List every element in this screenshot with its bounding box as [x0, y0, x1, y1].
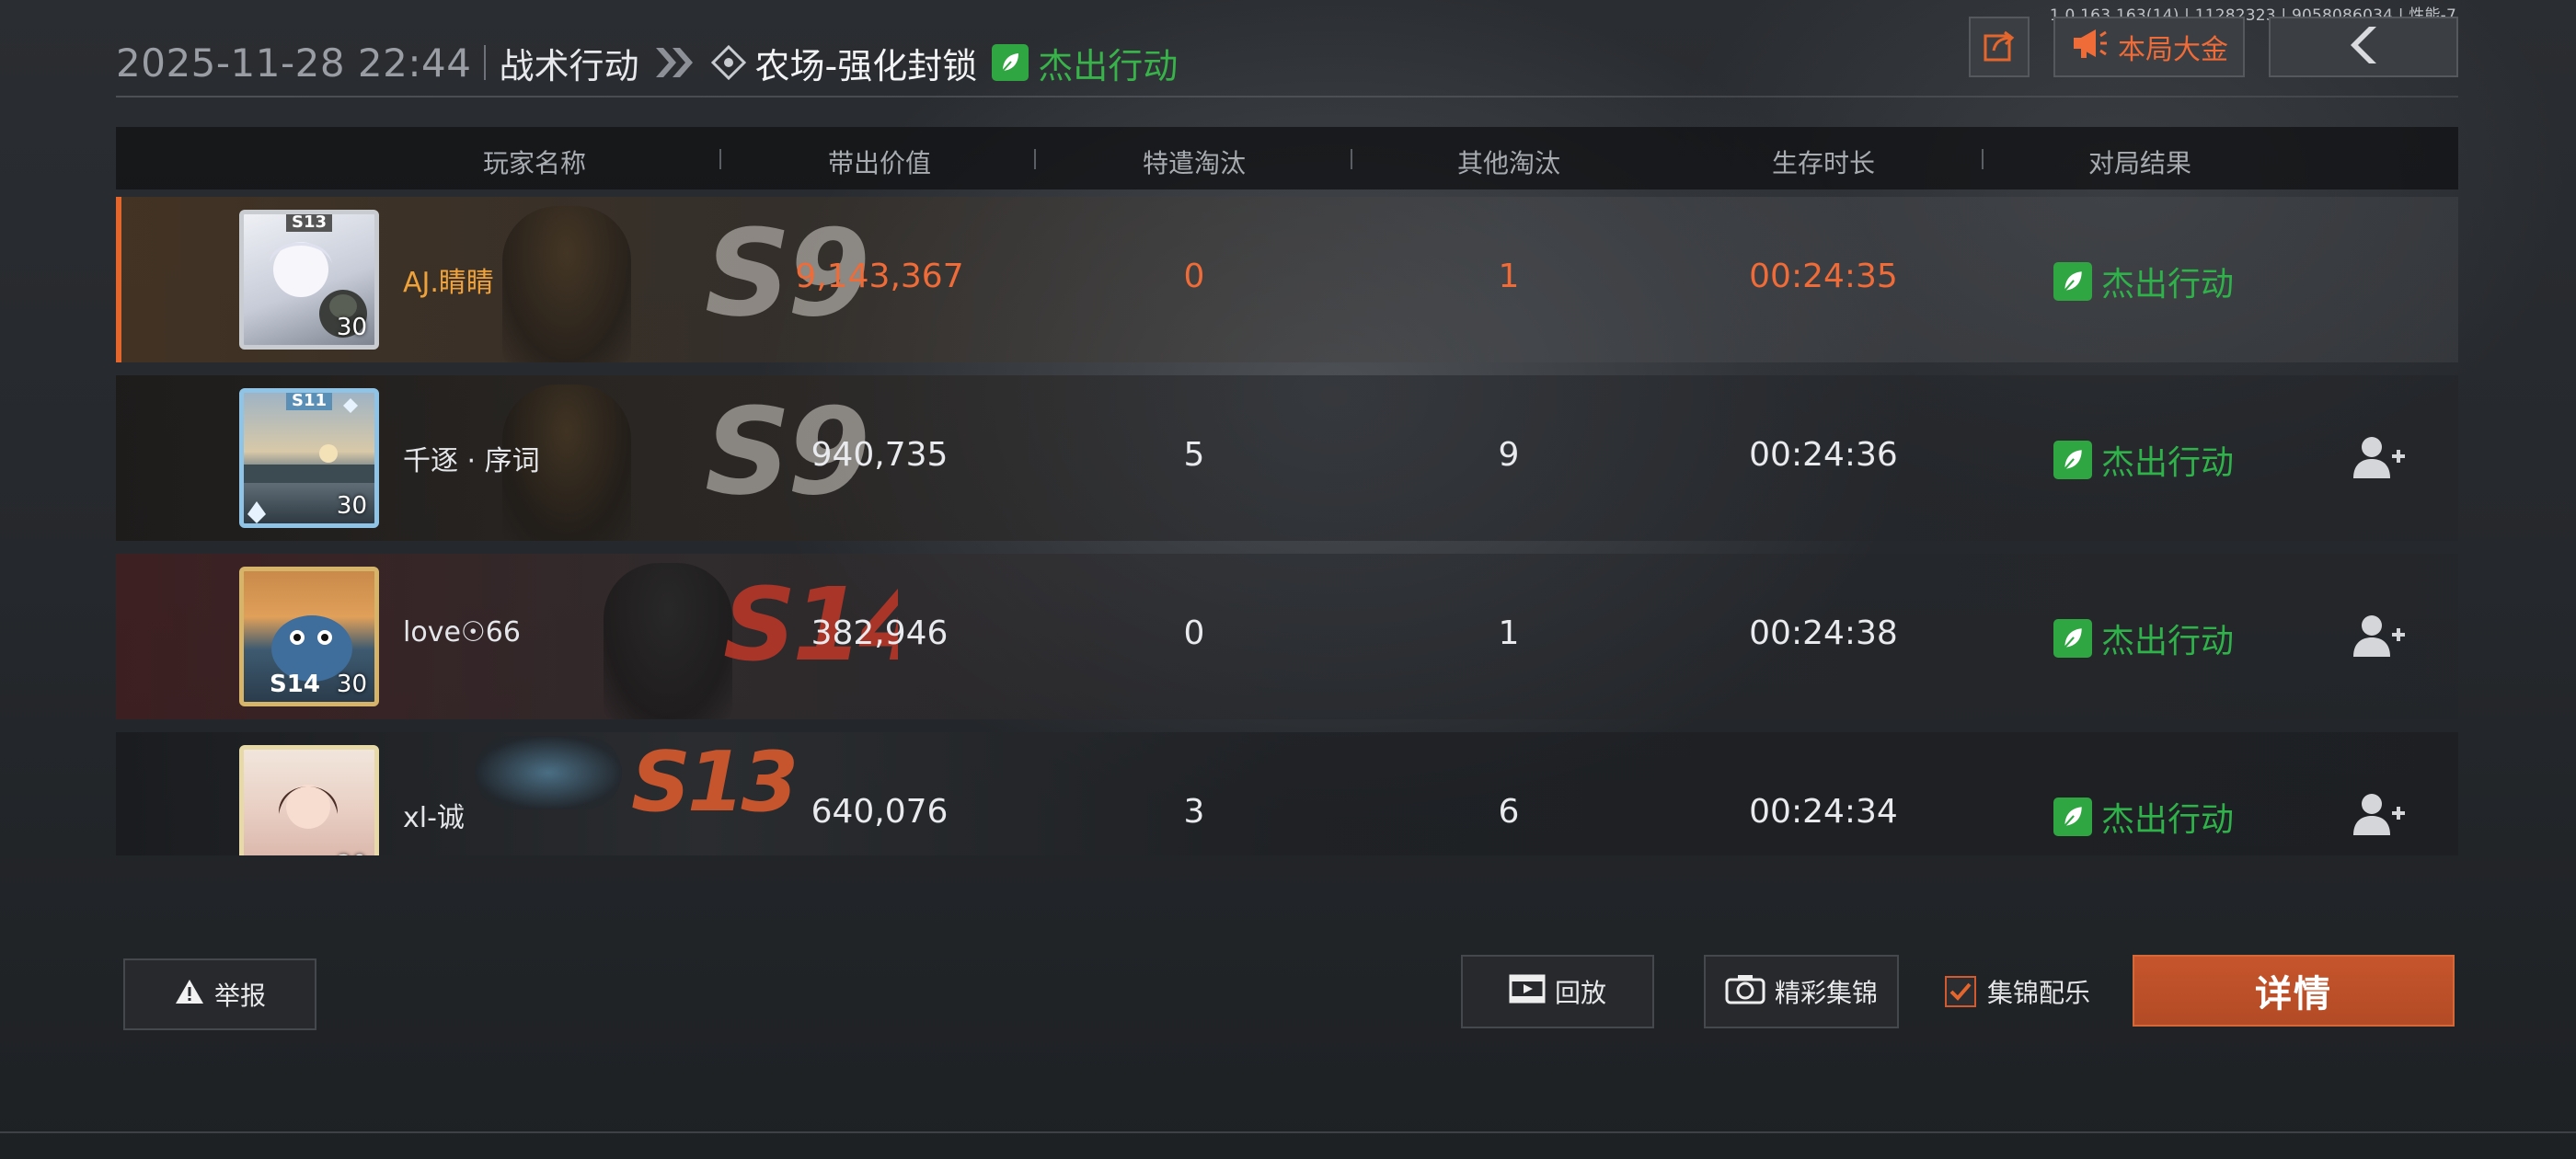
other-kills: 9 — [1498, 436, 1520, 474]
highlight-music-toggle[interactable]: 集锦配乐 — [1945, 973, 2090, 1010]
column-other-kills: 其他淘汰 — [1456, 148, 1560, 178]
details-button[interactable]: 详情 — [2133, 955, 2455, 1027]
player-name: 千逐 · 序词 — [403, 445, 540, 477]
survival-time: 00:24:35 — [1749, 258, 1898, 295]
add-friend-icon[interactable] — [2352, 613, 2407, 659]
leaf-icon — [992, 44, 1029, 81]
survival-time: 00:24:34 — [1749, 793, 1898, 831]
broadcast-button[interactable]: 本局大金 — [2053, 17, 2245, 77]
column-divider — [719, 149, 721, 169]
leaf-icon — [2053, 798, 2092, 836]
special-kills: 0 — [1183, 258, 1205, 295]
banner-soldier-art — [502, 206, 631, 362]
avatar-season-badge: S14 — [270, 671, 320, 698]
leaf-icon — [2053, 619, 2092, 658]
match-result: 杰出行动 — [2053, 258, 2234, 305]
column-divider — [1982, 149, 1984, 169]
player-level: 30 — [337, 851, 367, 855]
match-datetime: 2025-11-28 22:44 — [116, 40, 472, 86]
match-result: 杰出行动 — [2053, 614, 2234, 662]
add-friend-icon[interactable] — [2352, 434, 2407, 480]
column-match-result: 对局结果 — [2087, 148, 2191, 178]
avatar[interactable]: S14 30 — [239, 567, 379, 706]
music-label: 集锦配乐 — [1987, 978, 2091, 1008]
warning-icon — [174, 978, 205, 1012]
other-kills: 6 — [1498, 793, 1520, 831]
match-result-label: 杰出行动 — [2101, 801, 2235, 839]
column-divider — [1351, 149, 1352, 169]
match-result-label: 杰出行动 — [2101, 623, 2235, 660]
column-extract-value: 带出价值 — [827, 148, 931, 178]
highlights-label: 精彩集锦 — [1774, 978, 1878, 1008]
player-level: 30 — [336, 492, 367, 520]
column-survival-time: 生存时长 — [1771, 148, 1875, 178]
survival-time: 00:24:36 — [1749, 436, 1898, 474]
scoreboard-header: 玩家名称 带出价值 特遣淘汰 其他淘汰 生存时长 对局结果 — [116, 127, 2458, 189]
extract-value: 9,143,367 — [795, 258, 964, 295]
header-result: 杰出行动 — [992, 38, 1178, 88]
header-underline — [116, 96, 2458, 98]
share-button[interactable] — [1969, 17, 2030, 77]
banner-goggles-art — [475, 736, 622, 809]
camera-icon — [1725, 973, 1765, 1011]
bottom-divider — [0, 1131, 2576, 1133]
leaf-icon — [2053, 441, 2092, 479]
music-checkbox[interactable] — [1945, 976, 1976, 1007]
column-divider — [1034, 149, 1036, 169]
column-player-name: 玩家名称 — [482, 148, 586, 178]
broadcast-label: 本局大金 — [2118, 34, 2228, 66]
megaphone-icon — [2070, 27, 2109, 67]
survival-time: 00:24:38 — [1749, 614, 1898, 652]
special-kills: 5 — [1183, 436, 1205, 474]
highlights-button[interactable]: 精彩集锦 — [1704, 955, 1899, 1028]
player-row[interactable]: S9 S11 30 千逐 · 序词 940,735 5 9 00:24:36 杰… — [116, 375, 2458, 541]
avatar[interactable]: 30 — [239, 745, 379, 855]
chevron-left-icon — [2341, 23, 2386, 71]
avatar-season-badge: S13 — [285, 214, 333, 232]
banner-soldier-art — [604, 563, 732, 719]
other-kills: 1 — [1498, 258, 1520, 295]
leaf-icon — [2053, 262, 2092, 301]
player-level: 30 — [336, 314, 367, 341]
player-level: 30 — [336, 671, 367, 698]
header-result-label: 杰出行动 — [1038, 45, 1179, 86]
share-icon — [1981, 27, 2018, 67]
back-button[interactable] — [2269, 17, 2458, 77]
avatar-season-badge: S11 — [285, 393, 333, 410]
self-row-accent — [116, 197, 121, 362]
details-label: 详情 — [2255, 973, 2332, 1016]
film-icon — [1509, 974, 1546, 1010]
extract-value: 940,735 — [811, 436, 949, 474]
match-result-label: 杰出行动 — [2101, 266, 2235, 304]
extract-value: 382,946 — [811, 614, 949, 652]
game-mode: 战术行动 — [499, 45, 639, 86]
extract-value: 640,076 — [811, 793, 949, 831]
player-name: AJ.睛睛 — [403, 267, 494, 299]
header-divider — [484, 45, 487, 80]
replay-button[interactable]: 回放 — [1461, 955, 1654, 1028]
special-kills: 3 — [1183, 793, 1205, 831]
report-button[interactable]: 举报 — [123, 958, 316, 1030]
match-result: 杰出行动 — [2053, 793, 2234, 841]
player-name: love☉66 — [403, 616, 521, 648]
map-name: 农场-强化封锁 — [754, 45, 978, 86]
column-special-kills: 特遣淘汰 — [1142, 148, 1246, 178]
add-friend-icon[interactable] — [2352, 791, 2407, 837]
other-kills: 1 — [1498, 614, 1520, 652]
match-header: 2025-11-28 22:44 战术行动 农场-强化封锁 杰出行动 — [116, 37, 1178, 88]
special-kills: 0 — [1183, 614, 1205, 652]
avatar[interactable]: S13 30 — [239, 210, 379, 350]
player-row[interactable]: S13 30 xl-诚 640,076 3 6 00:24:34 杰出行动 — [116, 732, 2458, 855]
double-chevron-icon — [652, 44, 698, 81]
match-result: 杰出行动 — [2053, 436, 2234, 484]
report-label: 举报 — [213, 981, 266, 1011]
player-row[interactable]: S14 S14 30 love☉66 382,946 0 1 00:24:38 … — [116, 554, 2458, 719]
match-result-label: 杰出行动 — [2101, 444, 2235, 482]
map-diamond-icon — [710, 44, 746, 81]
avatar[interactable]: S11 30 — [239, 388, 379, 528]
replay-label: 回放 — [1554, 978, 1606, 1008]
player-row-self[interactable]: S9 S13 30 AJ.睛睛 9,143,367 0 1 00:24:35 杰… — [116, 197, 2458, 362]
player-name: xl-诚 — [403, 802, 465, 834]
